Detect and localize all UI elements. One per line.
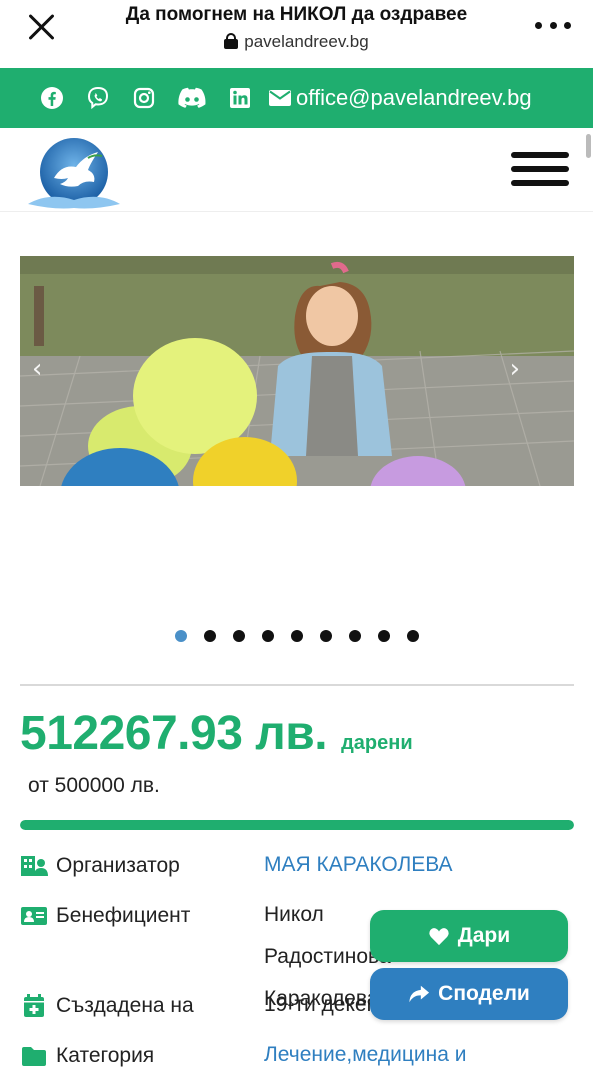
amount-row: 512267.93 лв. дарени bbox=[20, 706, 413, 761]
category-label: Категория bbox=[56, 1044, 155, 1067]
slider-dot[interactable] bbox=[290, 630, 303, 642]
folder-icon bbox=[20, 1044, 48, 1068]
slider-dot[interactable] bbox=[232, 630, 245, 642]
slider-prev-arrow[interactable]: ‹ bbox=[32, 354, 42, 384]
slider-dot[interactable] bbox=[203, 630, 216, 642]
slider-dot[interactable] bbox=[348, 630, 361, 642]
slider-next-arrow[interactable]: › bbox=[510, 354, 520, 384]
more-options-icon[interactable] bbox=[535, 18, 571, 32]
scrollbar-thumb[interactable] bbox=[586, 134, 591, 158]
slider-dot[interactable] bbox=[406, 630, 419, 642]
instagram-icon[interactable] bbox=[132, 86, 156, 110]
created-label: Създадена на bbox=[56, 994, 194, 1017]
page-url: pavelandreev.bg bbox=[80, 32, 513, 52]
slider-dot[interactable] bbox=[319, 630, 332, 642]
email-link[interactable]: office@pavelandreev.bg bbox=[268, 85, 532, 111]
slider-dot[interactable] bbox=[377, 630, 390, 642]
share-label: Сподели bbox=[438, 982, 530, 1005]
organizer-link[interactable]: МАЯ КАРАКОЛЕВА bbox=[264, 844, 574, 886]
photo-slider[interactable]: ‹ › bbox=[20, 256, 574, 486]
building-user-icon bbox=[20, 854, 48, 878]
close-icon[interactable] bbox=[24, 9, 60, 45]
beneficiary-label: Бенефициент bbox=[56, 904, 191, 927]
goal-amount: от 500000 лв. bbox=[28, 774, 160, 797]
viber-icon[interactable] bbox=[86, 86, 110, 110]
dove-logo[interactable] bbox=[24, 134, 124, 210]
browser-top-bar: Да помогнем на НИКОЛ да оздравее pavelan… bbox=[0, 0, 593, 68]
progress-bar bbox=[20, 820, 574, 830]
heart-icon bbox=[429, 928, 449, 946]
progress-fill bbox=[20, 820, 574, 830]
campaign-photo bbox=[20, 256, 574, 486]
facebook-icon[interactable] bbox=[40, 86, 64, 110]
category-link[interactable]: Лечение,медицина и bbox=[264, 1034, 574, 1076]
discord-icon[interactable] bbox=[178, 86, 206, 110]
calendar-plus-icon bbox=[20, 994, 48, 1018]
donate-label: Дари bbox=[457, 924, 511, 947]
slider-dot[interactable] bbox=[261, 630, 274, 642]
donated-label: дарени bbox=[341, 732, 413, 754]
url-text: pavelandreev.bg bbox=[244, 32, 369, 51]
site-header bbox=[0, 128, 593, 212]
share-arrow-icon bbox=[409, 985, 430, 1003]
id-card-icon bbox=[20, 904, 48, 928]
share-button[interactable]: Сподели bbox=[370, 968, 568, 1020]
linkedin-icon[interactable] bbox=[228, 86, 252, 110]
slider-dot[interactable] bbox=[174, 630, 187, 642]
email-text: office@pavelandreev.bg bbox=[296, 85, 532, 110]
lock-icon bbox=[224, 33, 239, 49]
slider-dots bbox=[0, 630, 593, 642]
donated-amount: 512267.93 лв. bbox=[20, 707, 328, 760]
hamburger-menu-icon[interactable] bbox=[511, 152, 569, 186]
envelope-icon bbox=[269, 90, 291, 106]
organizer-label: Организатор bbox=[56, 854, 180, 877]
donate-button[interactable]: Дари bbox=[370, 910, 568, 962]
divider bbox=[20, 684, 574, 686]
social-bar: office@pavelandreev.bg bbox=[0, 68, 593, 128]
page-title: Да помогнем на НИКОЛ да оздравее bbox=[125, 4, 468, 25]
